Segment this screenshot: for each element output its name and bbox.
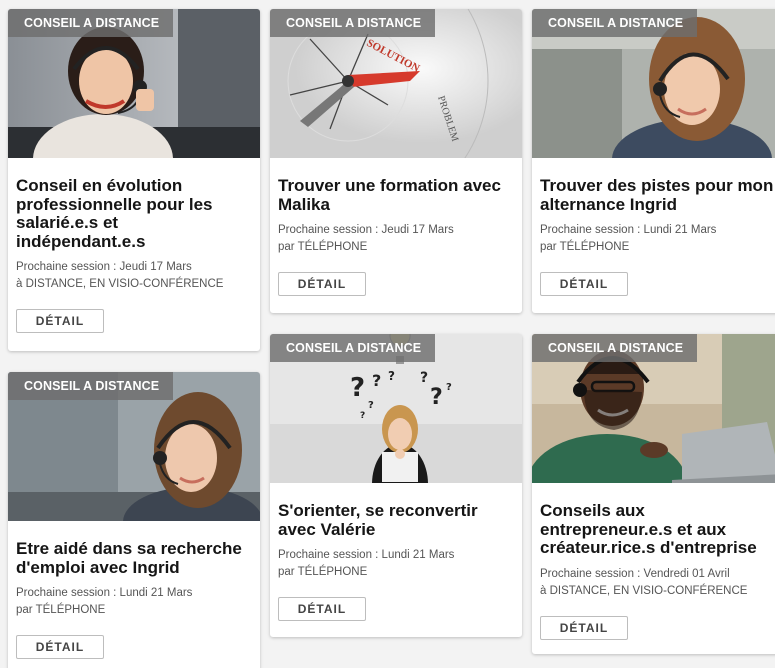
card-title[interactable]: Conseil en évolution professionnelle pou…: [16, 176, 250, 251]
course-card[interactable]: CONSEIL A DISTANCE Trouver des pistes po…: [532, 9, 775, 313]
session-mode: par TÉLÉPHONE: [540, 241, 630, 253]
session-date: Prochaine session : Lundi 21 Mars: [540, 224, 717, 236]
course-card[interactable]: SOLUTION PROBLEM CONSEIL A DISTANCE Trou…: [270, 9, 522, 313]
session-date: Prochaine session : Lundi 21 Mars: [278, 549, 455, 561]
card-meta: Prochaine session : Jeudi 17 Mars par TÉ…: [278, 222, 512, 256]
session-mode: par TÉLÉPHONE: [278, 566, 368, 578]
card-body: Etre aidé dans sa recherche d'emploi ave…: [8, 521, 260, 659]
course-card[interactable]: CONSEIL A DISTANCE Conseils aux entrepre…: [532, 334, 775, 654]
card-title[interactable]: S'orienter, se reconvertir avec Valérie: [278, 501, 512, 539]
category-badge: CONSEIL A DISTANCE: [532, 9, 698, 37]
course-card[interactable]: CONSEIL A DISTANCE Conseil en évolution …: [8, 9, 260, 351]
svg-text:?: ?: [372, 371, 381, 390]
svg-text:?: ?: [420, 370, 428, 386]
detail-button[interactable]: DÉTAIL: [16, 309, 104, 333]
session-mode: à DISTANCE, EN VISIO-CONFÉRENCE: [540, 584, 748, 597]
card-image-question-marks: ? ? ? ? ? ? ? ? CONSEIL A DISTANCE: [270, 334, 522, 483]
svg-text:?: ?: [388, 369, 395, 383]
session-mode: par TÉLÉPHONE: [16, 604, 106, 616]
category-badge: CONSEIL A DISTANCE: [8, 372, 174, 400]
card-body: Trouver une formation avec Malika Procha…: [270, 158, 522, 296]
card-title[interactable]: Trouver une formation avec Malika: [278, 176, 512, 214]
session-mode: par TÉLÉPHONE: [278, 241, 368, 253]
card-image-woman-headset: CONSEIL A DISTANCE: [8, 372, 260, 521]
session-date: Prochaine session : Vendredi 01 Avril: [540, 567, 730, 580]
session-mode: à DISTANCE, EN VISIO-CONFÉRENCE: [16, 278, 224, 290]
card-body: Conseils aux entrepreneur.e.s et aux cré…: [532, 483, 775, 640]
detail-button[interactable]: DÉTAIL: [278, 597, 366, 621]
session-date: Prochaine session : Lundi 21 Mars: [16, 587, 193, 599]
svg-text:?: ?: [360, 411, 365, 421]
card-title[interactable]: Trouver des pistes pour mon alternance I…: [540, 176, 774, 214]
card-body: Conseil en évolution professionnelle pou…: [8, 158, 260, 333]
category-badge: CONSEIL A DISTANCE: [270, 334, 436, 362]
card-title[interactable]: Etre aidé dans sa recherche d'emploi ave…: [16, 539, 250, 577]
card-meta: Prochaine session : Lundi 21 Mars par TÉ…: [540, 222, 774, 256]
detail-button[interactable]: DÉTAIL: [540, 615, 628, 640]
card-image-man-headset-laptop: CONSEIL A DISTANCE: [532, 334, 775, 483]
card-body: S'orienter, se reconvertir avec Valérie …: [270, 483, 522, 621]
card-meta: Prochaine session : Jeudi 17 Mars à DIST…: [16, 259, 250, 293]
card-image-woman-headset: CONSEIL A DISTANCE: [8, 9, 260, 158]
card-meta: Prochaine session : Lundi 21 Mars par TÉ…: [278, 547, 512, 581]
card-title[interactable]: Conseils aux entrepreneur.e.s et aux cré…: [540, 501, 774, 558]
svg-text:?: ?: [430, 385, 443, 410]
course-card[interactable]: CONSEIL A DISTANCE Etre aidé dans sa rec…: [8, 372, 260, 668]
course-card[interactable]: ? ? ? ? ? ? ? ? CONSEIL A DISTANCE S'ori…: [270, 334, 522, 637]
svg-text:?: ?: [350, 373, 365, 403]
card-body: Trouver des pistes pour mon alternance I…: [532, 158, 775, 296]
card-image-compass: SOLUTION PROBLEM CONSEIL A DISTANCE: [270, 9, 522, 158]
card-meta: Prochaine session : Lundi 21 Mars par TÉ…: [16, 585, 250, 619]
session-date: Prochaine session : Jeudi 17 Mars: [278, 224, 454, 236]
card-image-woman-headset: CONSEIL A DISTANCE: [532, 9, 775, 158]
detail-button[interactable]: DÉTAIL: [278, 272, 366, 296]
detail-button[interactable]: DÉTAIL: [16, 635, 104, 659]
svg-text:?: ?: [368, 400, 374, 411]
card-meta: Prochaine session : Vendredi 01 Avril à …: [540, 566, 774, 600]
course-grid: CONSEIL A DISTANCE Conseil en évolution …: [0, 0, 775, 668]
session-date: Prochaine session : Jeudi 17 Mars: [16, 261, 192, 273]
detail-button[interactable]: DÉTAIL: [540, 272, 628, 296]
category-badge: CONSEIL A DISTANCE: [8, 9, 174, 37]
category-badge: CONSEIL A DISTANCE: [532, 334, 698, 362]
category-badge: CONSEIL A DISTANCE: [270, 9, 436, 37]
svg-text:?: ?: [446, 382, 452, 393]
